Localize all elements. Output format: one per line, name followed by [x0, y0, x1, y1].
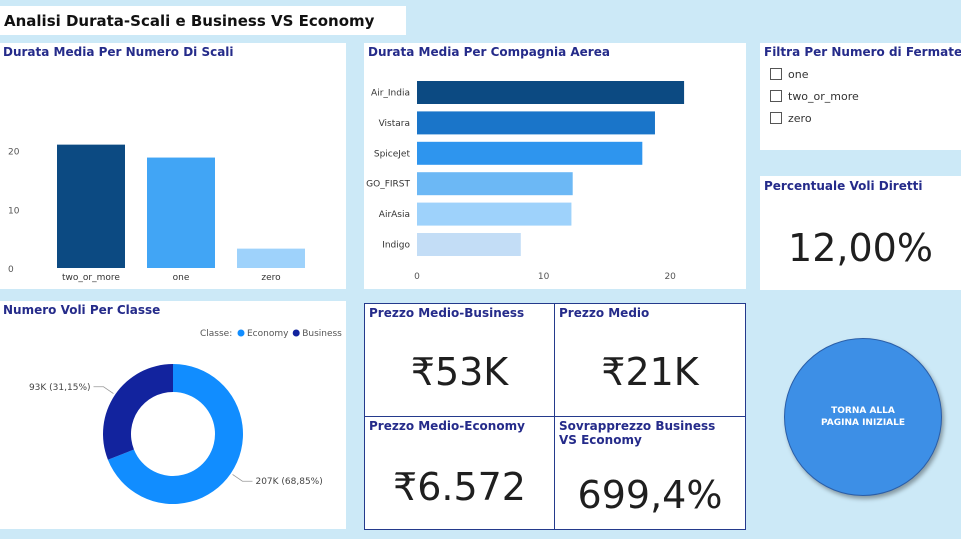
- filter-option-label: zero: [788, 112, 812, 125]
- back-to-home-label: TORNA ALLA PAGINA INIZIALE: [820, 406, 906, 428]
- x-tick-label: one: [173, 273, 190, 283]
- legend-label[interactable]: Economy: [247, 329, 289, 339]
- legend-label[interactable]: Business: [302, 329, 342, 339]
- y-tick-label: GO_FIRST: [366, 180, 410, 190]
- bar[interactable]: [237, 248, 305, 268]
- bar[interactable]: [417, 202, 572, 226]
- filter-option-label: two_or_more: [788, 90, 859, 103]
- x-tick-label: zero: [261, 273, 281, 283]
- airline-bar-chart: Air_India Vistara SpiceJet GO_FIRST AirAsia I…: [366, 81, 685, 282]
- y-tick-label: Air_India: [371, 89, 410, 99]
- x-tick-label: 0: [414, 272, 420, 282]
- kpi-surcharge-title: Sovrapprezzo Business VS Economy: [559, 419, 716, 447]
- legend-title: Classe:: [200, 329, 232, 339]
- bar[interactable]: [417, 81, 685, 104]
- y-tick-label: 0: [8, 265, 14, 275]
- kpi-average-value: ₹21K: [601, 350, 699, 394]
- bar[interactable]: [417, 172, 573, 196]
- kpi-surcharge-value: 699,4%: [577, 473, 723, 517]
- y-tick-label: SpiceJet: [374, 149, 411, 159]
- back-to-home-button[interactable]: TORNA ALLA PAGINA INIZIALE: [784, 338, 942, 496]
- x-tick-label: two_or_more: [62, 273, 120, 283]
- kpi-surcharge-card: Sovrapprezzo Business VS Economy 699,4%: [554, 416, 746, 530]
- bar[interactable]: [147, 157, 215, 268]
- leader-line: [232, 474, 253, 482]
- kpi-average-title: Prezzo Medio: [559, 306, 650, 320]
- kpi-business-title: Prezzo Medio-Business: [369, 306, 525, 320]
- kpi-economy-title: Prezzo Medio-Economy: [369, 419, 525, 433]
- stops-filter-panel: Filtra Per Numero di Fermate one two_or_…: [760, 43, 961, 150]
- class-donut-chart: Classe: Economy Business 207K (68,85%) 93K (…: [29, 329, 342, 504]
- slice-label: 93K (31,15%): [29, 383, 91, 393]
- title-bar: Analisi Durata-Scali e Business VS Econo…: [0, 6, 406, 35]
- page-title: Analisi Durata-Scali e Business VS Econo…: [4, 12, 375, 30]
- y-tick-label: AirAsia: [379, 210, 410, 220]
- direct-flights-value: 12,00%: [788, 226, 933, 270]
- bar[interactable]: [57, 144, 125, 268]
- stops-bar-chart: 0 10 20 two_or_more one zero: [8, 144, 305, 283]
- kpi-business-card: Prezzo Medio-Business ₹53K: [364, 303, 555, 417]
- x-tick-label: 20: [664, 272, 676, 282]
- filter-option-two-or-more[interactable]: two_or_more: [770, 90, 859, 103]
- bar[interactable]: [417, 141, 643, 165]
- y-tick-label: 20: [8, 148, 20, 158]
- checkbox[interactable]: [770, 68, 782, 80]
- filter-title: Filtra Per Numero di Fermate: [764, 45, 961, 59]
- kpi-economy-card: Prezzo Medio-Economy ₹6.572: [364, 416, 555, 530]
- class-chart-panel: Numero Voli Per Classe Classe: Economy Bus…: [0, 301, 346, 529]
- airline-chart-panel: Durata Media Per Compagnia Aerea Air_Ind…: [364, 43, 746, 289]
- leader-line: [93, 386, 114, 394]
- x-tick-label: 10: [538, 272, 550, 282]
- y-tick-label: Vistara: [379, 119, 410, 129]
- bar[interactable]: [417, 233, 521, 256]
- checkbox[interactable]: [770, 90, 782, 102]
- donut-slice[interactable]: [102, 364, 173, 460]
- stops-chart-panel: Durata Media Per Numero Di Scali 0 10 20 tw…: [0, 43, 346, 289]
- slice-label: 207K (68,85%): [255, 477, 322, 487]
- direct-flights-title: Percentuale Voli Diretti: [764, 179, 923, 193]
- kpi-average-card: Prezzo Medio ₹21K: [554, 303, 746, 417]
- filter-option-zero[interactable]: zero: [770, 112, 812, 125]
- legend-marker: [292, 329, 300, 337]
- direct-flights-panel: Percentuale Voli Diretti 12,00%: [760, 176, 961, 290]
- bar[interactable]: [417, 111, 655, 135]
- filter-option-one[interactable]: one: [770, 68, 808, 81]
- y-tick-label: Indigo: [382, 241, 410, 251]
- y-tick-label: 10: [8, 206, 20, 216]
- checkbox[interactable]: [770, 112, 782, 124]
- legend-marker: [237, 329, 245, 337]
- kpi-business-value: ₹53K: [410, 350, 509, 394]
- kpi-economy-value: ₹6.572: [393, 465, 526, 509]
- filter-option-label: one: [788, 68, 809, 81]
